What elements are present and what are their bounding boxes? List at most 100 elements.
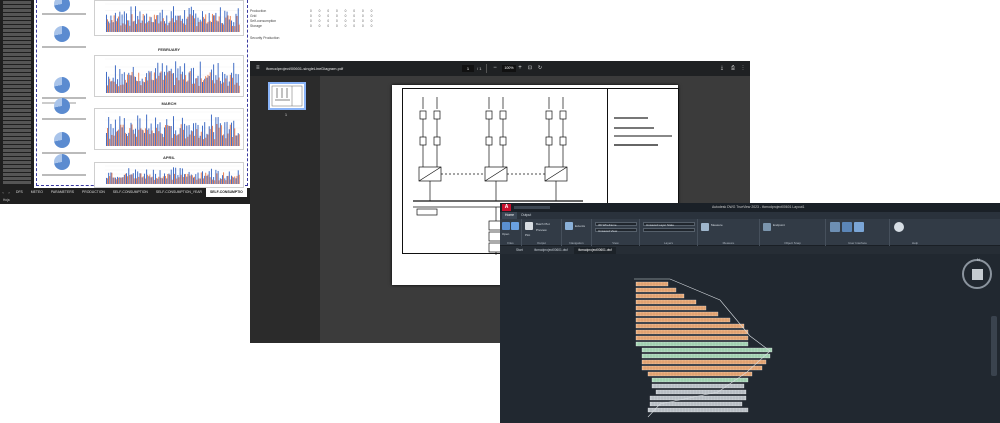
hamburger-icon[interactable]: ≡ [256,65,260,71]
chart-bar-orange [111,134,113,146]
sheet-tab[interactable]: DFS [12,188,27,197]
chart-bar-blue [114,119,116,146]
zoom-out-icon[interactable]: − [491,64,499,73]
pie-chart [54,154,70,170]
tab-output[interactable]: Output [518,212,534,219]
chart-bar-orange [200,78,202,93]
help-icon[interactable] [894,222,904,232]
file-tabs-icon[interactable] [842,222,852,232]
doc-tab-active[interactable]: ifcmodproject00601.dwf [574,247,616,254]
doc-tab[interactable]: ifcmodproject00601.dwf [530,247,572,254]
chart-bar-orange [156,78,158,93]
chart-bar-blue [233,177,235,184]
chart-bar-orange [223,82,225,93]
chart-bar-orange [191,83,193,93]
chart-bar-orange [214,83,216,93]
doc-tab-start[interactable]: Start [512,247,527,254]
chart-bar-orange [225,138,227,146]
chart-bar-blue [224,73,226,93]
rotate-icon[interactable]: ↻ [536,64,544,73]
import-icon[interactable] [511,222,519,230]
fit-page-icon[interactable]: ⊡ [526,64,534,73]
plot-icon[interactable] [525,222,533,230]
open-icon[interactable] [502,222,510,230]
chart-bar-blue [210,168,212,184]
chart-bar-orange [153,133,155,146]
chart-bar-blue [199,61,201,93]
chart-bar-blue [135,169,136,184]
print-icon[interactable]: ⎙ [729,64,737,73]
chart-bar-blue [112,128,114,146]
switch-windows-icon[interactable] [830,222,840,232]
chart-bar-orange [194,135,195,146]
cad-title-bar: A Autodesk DWG TrueView 2023 - ifcmodpro… [500,203,1000,212]
chart-bar-orange [216,20,218,32]
chart-bar-blue [175,15,177,33]
chart-bar-orange [153,179,155,184]
chart-bar-orange [211,80,213,93]
layer-dropdown[interactable] [643,228,695,232]
chart-bar-orange [109,176,111,184]
app-logo[interactable]: A [502,204,511,211]
chart-bar-orange [191,131,193,146]
production-chart[interactable] [94,162,244,188]
chart-bar-orange [229,124,231,146]
named-view-dropdown[interactable]: Unsaved View [595,228,637,233]
chart-bar-blue [108,76,110,93]
ribbon-group-label: Layers [663,241,673,245]
layout-tabs-icon[interactable] [854,222,864,232]
page-thumbnail[interactable] [268,82,306,110]
extents-label[interactable]: Extents [575,224,585,228]
production-chart[interactable] [94,108,244,150]
chart-bar-blue [112,77,114,93]
chart-bar-orange [234,26,236,32]
chart-bar-blue [161,133,163,146]
sheet-tab[interactable]: SELF-CONSUMPTION_YEAR [152,188,206,197]
production-chart[interactable] [94,55,244,97]
measure-icon[interactable] [701,223,709,231]
chart-bar-orange [229,74,231,93]
pv-panel-row [635,311,719,317]
pv-panel-row [635,335,749,341]
layer-state-dropdown[interactable]: Unsaved Layer State [643,222,695,227]
chart-bar-blue [177,175,179,184]
ribbon-tab-bar: Home Output [500,212,1000,219]
chart-bar-orange [153,72,155,93]
pie-chart [54,0,70,12]
chart-bar-orange [149,16,151,32]
viewcube-compass[interactable]: N [962,257,992,289]
chart-bar-orange [136,24,137,32]
more-icon[interactable]: ⋮ [739,64,747,73]
chart-bar-orange [131,124,133,146]
chart-bar-blue [208,171,210,184]
chart-bar-orange [209,177,211,184]
chart-bar-orange [169,21,171,32]
preview-label[interactable]: Preview [536,228,547,232]
visual-style-dropdown[interactable]: 3D Wireframe [595,222,637,227]
zoom-in-icon[interactable]: + [516,64,524,73]
endpoint-snap-icon[interactable] [763,223,771,231]
chart-bar-orange [209,128,211,146]
sheet-tab[interactable]: PARAMETERS [47,188,78,197]
chart-bar-orange [118,86,120,93]
download-icon[interactable]: ⤓ [718,64,726,73]
sheet-tab[interactable]: PRODUCTION [78,188,109,197]
sheet-tab[interactable]: METEO [27,188,47,197]
chart-bar-orange [174,85,175,93]
production-chart[interactable] [94,0,244,36]
batch-plot-label[interactable]: Batch Plot [536,222,550,226]
tab-home[interactable]: Home [502,212,518,219]
chart-bar-blue [119,11,121,33]
chart-bar-blue [208,76,210,93]
drawing-canvas[interactable]: N [500,254,1000,423]
sheet-tab-active[interactable]: SELF-CONSUMPTIO [206,188,247,197]
sheet-tab[interactable]: SELF-CONSUMPTION [109,188,152,197]
navigation-bar[interactable] [991,316,997,376]
chart-bar-orange [211,125,213,146]
zoom-level[interactable]: 100% [502,65,516,72]
pan-icon[interactable] [565,222,573,230]
quick-access-toolbar[interactable] [514,206,550,209]
page-number-input[interactable]: 1 [462,65,474,72]
ribbon-group-output: Batch Plot Preview Plot Output [522,219,562,246]
viewcube-icon[interactable] [972,269,983,280]
